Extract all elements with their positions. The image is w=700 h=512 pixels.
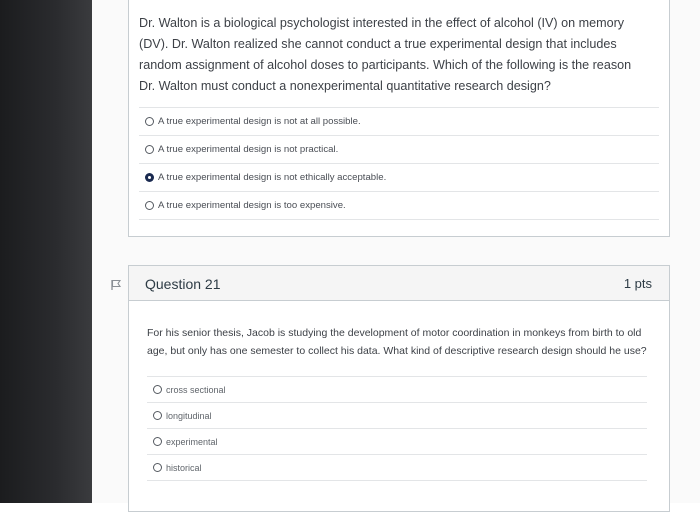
answer-option[interactable]: experimental xyxy=(147,428,647,454)
answer-label: A true experimental design is not practi… xyxy=(158,144,339,155)
question-21-text: For his senior thesis, Jacob is studying… xyxy=(147,327,647,357)
radio-button-selected[interactable] xyxy=(145,173,154,182)
answer-label: experimental xyxy=(166,436,218,447)
question-header: Question 21 1 pts xyxy=(129,266,669,301)
radio-button[interactable] xyxy=(153,411,162,420)
question-20-card: Dr. Walton is a biological psychologist … xyxy=(128,0,670,237)
question-20-options: A true experimental design is not at all… xyxy=(139,107,659,220)
answer-label: historical xyxy=(166,462,202,473)
answer-option[interactable]: A true experimental design is not practi… xyxy=(139,135,659,163)
question-20-text: Dr. Walton is a biological psychologist … xyxy=(139,16,632,93)
radio-button[interactable] xyxy=(153,463,162,472)
answer-label: longitudinal xyxy=(166,410,212,421)
radio-button[interactable] xyxy=(145,201,154,210)
answer-option[interactable]: longitudinal xyxy=(147,402,647,428)
answer-label: A true experimental design is not ethica… xyxy=(158,172,387,183)
radio-button[interactable] xyxy=(145,145,154,154)
answer-label: A true experimental design is not at all… xyxy=(158,116,361,127)
radio-button[interactable] xyxy=(153,385,162,394)
answer-option[interactable]: A true experimental design is not at all… xyxy=(139,107,659,135)
question-21-card: Question 21 1 pts For his senior thesis,… xyxy=(128,265,670,512)
question-points: 1 pts xyxy=(623,276,652,291)
flag-icon[interactable] xyxy=(110,279,122,291)
radio-button[interactable] xyxy=(153,437,162,446)
answer-option-selected[interactable]: A true experimental design is not ethica… xyxy=(139,163,659,191)
answer-label: cross sectional xyxy=(166,384,226,395)
question-title: Question 21 xyxy=(145,276,221,292)
answer-label: A true experimental design is too expens… xyxy=(158,200,346,211)
answer-option[interactable]: A true experimental design is too expens… xyxy=(139,191,659,220)
question-21-options: cross sectional longitudinal experimenta… xyxy=(147,376,647,481)
answer-option[interactable]: cross sectional xyxy=(147,376,647,402)
answer-option[interactable]: historical xyxy=(147,454,647,481)
radio-button[interactable] xyxy=(145,117,154,126)
left-dark-edge xyxy=(0,0,92,503)
